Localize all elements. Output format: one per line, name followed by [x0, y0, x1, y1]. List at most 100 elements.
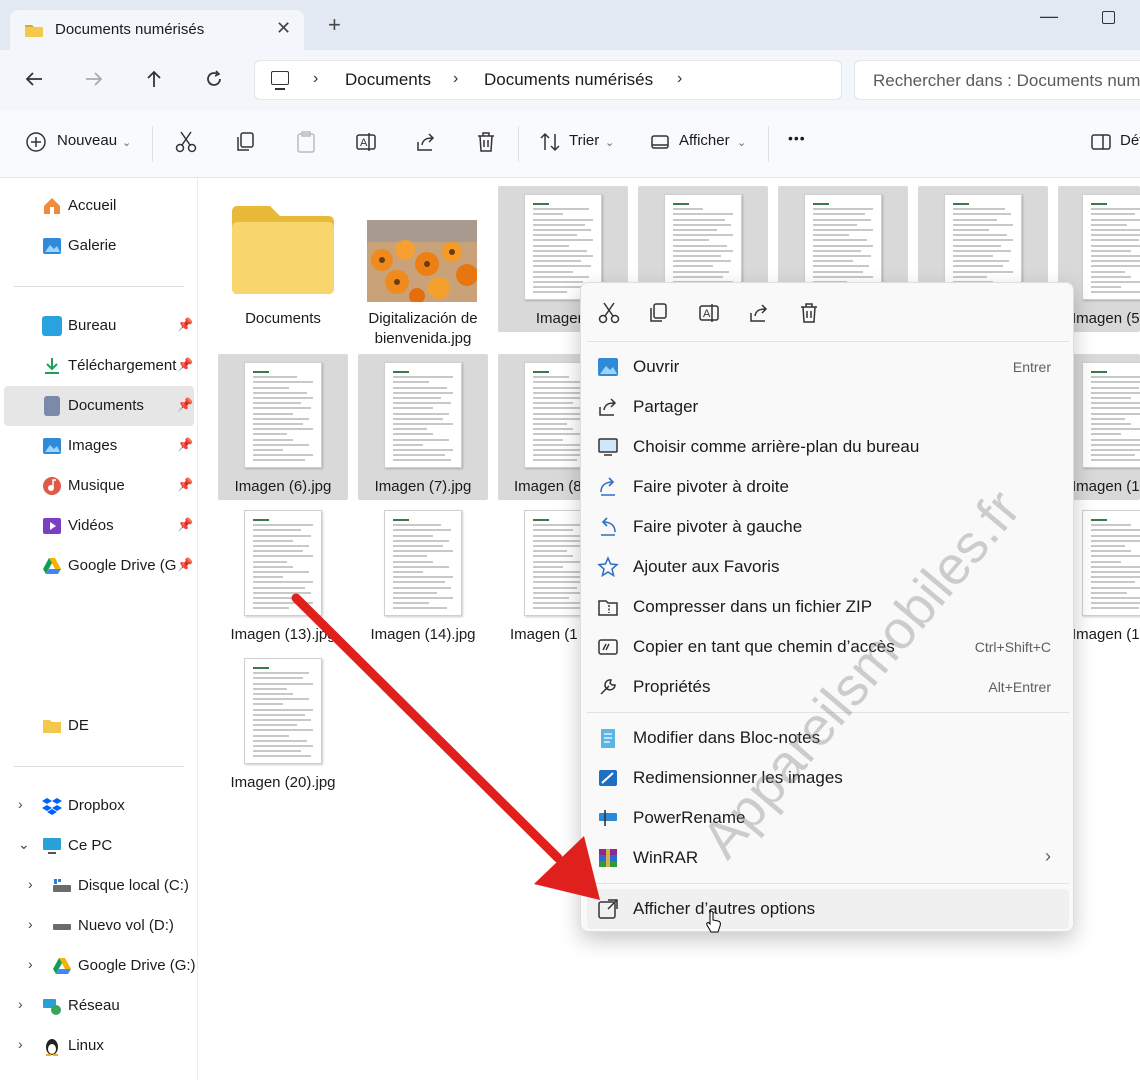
share-icon[interactable]: [414, 130, 438, 154]
menu-item-compress-zip[interactable]: Compresser dans un fichier ZIP: [587, 587, 1069, 627]
refresh-icon[interactable]: [204, 69, 224, 89]
document-text-line: [393, 443, 423, 446]
pin-icon[interactable]: 📌: [177, 317, 193, 333]
breadcrumb-separator[interactable]: ›: [453, 70, 458, 88]
share-icon[interactable]: [747, 301, 771, 325]
sidebar-item-nuevo-vol-d[interactable]: › Nuevo vol (D:): [14, 906, 204, 946]
pin-icon[interactable]: 📌: [177, 557, 193, 573]
sidebar-item-disque-local-c[interactable]: › Disque local (C:): [14, 866, 204, 906]
back-arrow-icon[interactable]: [24, 69, 44, 89]
wallpaper-icon: [598, 438, 618, 456]
pin-icon[interactable]: 📌: [177, 517, 193, 533]
file-item-imagen-13[interactable]: Imagen (13).jpg: [218, 502, 348, 648]
menu-item-partager[interactable]: Partager: [587, 387, 1069, 427]
close-tab-icon[interactable]: ✕: [276, 18, 291, 39]
sidebar-item-documents[interactable]: Documents 📌: [4, 386, 194, 426]
tab-documents-numerises[interactable]: Documents numérisés ✕: [10, 10, 304, 50]
file-item-documents-folder[interactable]: Documents: [218, 186, 348, 332]
chevron-right-icon[interactable]: ›: [28, 876, 33, 892]
paste-icon[interactable]: [294, 130, 318, 154]
breadcrumb-separator[interactable]: ›: [313, 70, 318, 88]
file-item-imagen-14[interactable]: Imagen (14).jpg: [358, 502, 488, 648]
delete-icon[interactable]: [474, 130, 498, 154]
new-tab-icon[interactable]: +: [328, 14, 341, 36]
menu-item-winrar[interactable]: WinRAR ›: [587, 838, 1069, 878]
sidebar-item-reseau[interactable]: › Réseau: [4, 986, 194, 1026]
menu-item-powerrename[interactable]: PowerRename: [587, 798, 1069, 838]
address-bar[interactable]: › Documents › Documents numérisés ›: [254, 60, 842, 100]
document-text-line: [253, 529, 301, 532]
chevron-right-icon[interactable]: ›: [28, 916, 33, 932]
document-text-line: [1091, 602, 1140, 605]
sidebar-item-telechargement[interactable]: Téléchargement 📌: [4, 346, 194, 386]
document-text-line: [533, 428, 573, 431]
sidebar-item-de[interactable]: DE: [4, 706, 194, 746]
new-plus-icon[interactable]: [24, 130, 48, 154]
document-thumbnail: [244, 362, 322, 468]
menu-item-resize-images[interactable]: Redimensionner les images: [587, 758, 1069, 798]
sidebar-item-google-drive-g[interactable]: › Google Drive (G:): [14, 946, 204, 986]
copy-icon[interactable]: [647, 301, 671, 325]
document-text-line: [673, 265, 713, 268]
search-input[interactable]: Rechercher dans : Documents numérisés: [854, 60, 1140, 100]
download-icon: [45, 358, 59, 374]
new-button[interactable]: Nouveau: [57, 132, 117, 149]
document-text-line: [533, 234, 577, 237]
file-item-imagen-20[interactable]: Imagen (20).jpg: [218, 650, 348, 796]
file-item-imagen-7[interactable]: Imagen (7).jpg: [358, 354, 488, 500]
menu-item-set-wallpaper[interactable]: Choisir comme arrière-plan du bureau: [587, 427, 1069, 467]
file-item-imagen-6[interactable]: Imagen (6).jpg: [218, 354, 348, 500]
maximize-icon[interactable]: [1102, 11, 1115, 24]
rename-icon[interactable]: A: [354, 130, 378, 154]
document-text-line: [253, 407, 311, 410]
forward-arrow-icon[interactable]: [84, 69, 104, 89]
computer-icon: [271, 71, 289, 85]
delete-icon[interactable]: [797, 301, 821, 325]
pin-icon[interactable]: 📌: [177, 477, 193, 493]
sidebar-item-linux[interactable]: › Linux: [4, 1026, 194, 1066]
document-text-line: [253, 534, 311, 537]
sidebar-item-musique[interactable]: Musique 📌: [4, 466, 194, 506]
sidebar-item-google-drive[interactable]: Google Drive (G 📌: [4, 546, 194, 586]
chevron-right-icon[interactable]: ›: [28, 956, 33, 972]
sidebar-item-accueil[interactable]: Accueil: [4, 186, 194, 226]
file-item-digitalizacion[interactable]: Digitalización de bienvenida.jpg: [358, 186, 488, 347]
view-icon[interactable]: [648, 130, 672, 154]
chevron-down-icon[interactable]: ⌄: [18, 836, 30, 853]
chevron-right-icon[interactable]: ›: [18, 1036, 23, 1052]
pin-icon[interactable]: 📌: [177, 437, 193, 453]
menu-item-ouvrir[interactable]: Ouvrir Entrer: [587, 347, 1069, 387]
menu-item-show-more-options[interactable]: Afficher d’autres options: [587, 889, 1069, 929]
pin-icon[interactable]: 📌: [177, 357, 193, 373]
up-arrow-icon[interactable]: [144, 69, 164, 89]
minimize-icon[interactable]: —: [1040, 6, 1058, 27]
breadcrumb-separator[interactable]: ›: [677, 70, 682, 88]
cut-icon[interactable]: [174, 130, 198, 154]
drive-icon: [53, 924, 71, 930]
sidebar-item-images[interactable]: Images 📌: [4, 426, 194, 466]
breadcrumb-documents[interactable]: Documents: [345, 70, 431, 90]
details-button[interactable]: Détails: [1120, 132, 1140, 149]
breadcrumb-documents-numerises[interactable]: Documents numérisés: [484, 70, 653, 90]
chevron-down-icon: ⌄: [122, 137, 132, 149]
menu-item-label: Compresser dans un fichier ZIP: [633, 597, 873, 616]
document-text-line: [253, 565, 293, 568]
more-options-icon[interactable]: •••: [788, 130, 806, 146]
sidebar-item-videos[interactable]: Vidéos 📌: [4, 506, 194, 546]
sidebar-item-bureau[interactable]: Bureau 📌: [4, 306, 194, 346]
rename-icon[interactable]: A: [697, 301, 721, 325]
view-button[interactable]: Afficher: [679, 132, 730, 149]
sidebar-item-ce-pc[interactable]: ⌄ Ce PC: [4, 826, 194, 866]
sidebar-item-galerie[interactable]: Galerie: [4, 226, 194, 266]
copy-icon[interactable]: [234, 130, 258, 154]
file-name: Imagen (14).jpg: [370, 626, 476, 643]
chevron-right-icon[interactable]: ›: [18, 996, 23, 1012]
sidebar-item-dropbox[interactable]: › Dropbox: [4, 786, 194, 826]
sort-icon[interactable]: [538, 130, 562, 154]
pin-icon[interactable]: 📌: [177, 397, 193, 413]
chevron-right-icon[interactable]: ›: [18, 796, 23, 812]
cut-icon[interactable]: [597, 301, 621, 325]
menu-item-copy-path[interactable]: Copier en tant que chemin d’accès Ctrl+S…: [587, 627, 1069, 667]
sort-button[interactable]: Trier: [569, 132, 599, 149]
details-pane-icon[interactable]: [1090, 130, 1114, 154]
